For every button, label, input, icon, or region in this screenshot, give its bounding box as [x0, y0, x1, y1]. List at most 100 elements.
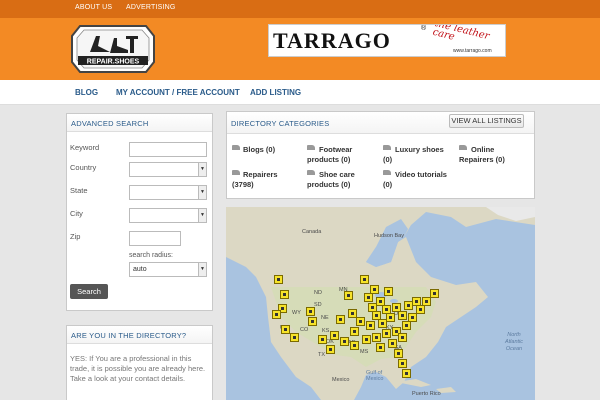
- map-pin[interactable]: [274, 275, 283, 284]
- search-radius-select[interactable]: auto ▼: [129, 262, 207, 277]
- map-pin[interactable]: [416, 305, 425, 314]
- map-pin[interactable]: [376, 343, 385, 352]
- category-label: Repairers: [243, 170, 278, 179]
- nav-add-listing[interactable]: ADD LISTING: [250, 88, 301, 97]
- chevron-down-icon: ▼: [198, 263, 206, 276]
- map-pin[interactable]: [366, 321, 375, 330]
- chevron-down-icon: ▼: [198, 186, 206, 199]
- city-select[interactable]: ▼: [129, 208, 207, 223]
- map-pin[interactable]: [398, 333, 407, 342]
- map-pin[interactable]: [388, 339, 397, 348]
- map-pin[interactable]: [384, 287, 393, 296]
- map-pin[interactable]: [340, 337, 349, 346]
- nav-blog[interactable]: BLOG: [75, 88, 98, 97]
- shoe-icon: [232, 170, 240, 175]
- category-label-count: (0): [383, 180, 393, 189]
- shoe-icon: [459, 145, 467, 150]
- map-pin[interactable]: [394, 349, 403, 358]
- chevron-down-icon: ▼: [198, 163, 206, 176]
- map-pin[interactable]: [306, 307, 315, 316]
- map-pin[interactable]: [330, 331, 339, 340]
- map-label-state: WY: [292, 310, 301, 316]
- zip-input[interactable]: [129, 231, 181, 246]
- directory-panel-title: ARE YOU IN THE DIRECTORY?: [67, 326, 212, 344]
- tarrago-ad-banner[interactable]: TARRAGO ® the leather care www.tarrago.c…: [268, 24, 506, 57]
- search-button[interactable]: Search: [70, 284, 108, 299]
- map-pin[interactable]: [402, 369, 411, 378]
- map-pin[interactable]: [348, 309, 357, 318]
- category-label-count: Repairers (0): [459, 155, 505, 164]
- city-label: City: [70, 209, 83, 218]
- state-label: State: [70, 186, 88, 195]
- state-select[interactable]: ▼: [129, 185, 207, 200]
- map-label-ocean: North Atlantic Ocean: [504, 332, 524, 352]
- map-pin[interactable]: [272, 310, 281, 319]
- map-label-gulf: Gulf of Mexico: [366, 370, 384, 382]
- map-pin[interactable]: [402, 321, 411, 330]
- advertising-link[interactable]: ADVERTISING: [126, 4, 176, 11]
- map-pin[interactable]: [370, 285, 379, 294]
- listings-map[interactable]: Canada Hudson Bay Mexico Gulf of Mexico …: [226, 207, 535, 400]
- map-pin[interactable]: [422, 297, 431, 306]
- map-pin[interactable]: [280, 290, 289, 299]
- chevron-down-icon: ▼: [198, 209, 206, 222]
- map-label-canada: Canada: [302, 229, 322, 235]
- ad-tagline: the leather care: [431, 24, 491, 43]
- country-select[interactable]: ▼: [129, 162, 207, 177]
- category-label: Online: [471, 145, 495, 154]
- country-label: Country: [70, 163, 97, 172]
- zip-label: Zip: [70, 232, 81, 241]
- nav-my-account[interactable]: MY ACCOUNT / FREE ACCOUNT: [116, 88, 240, 97]
- map-label-state: KS: [322, 328, 330, 334]
- directory-panel-text: YES: If You are a professional in this t…: [70, 354, 206, 383]
- map-pin[interactable]: [350, 341, 359, 350]
- keyword-input[interactable]: [129, 142, 207, 157]
- map-pin[interactable]: [398, 359, 407, 368]
- keyword-label: Keyword: [70, 143, 100, 152]
- map-label-mexico: Mexico: [332, 377, 350, 383]
- map-pin[interactable]: [372, 333, 381, 342]
- map-label-hudson-bay: Hudson Bay: [374, 233, 404, 239]
- map-pin[interactable]: [386, 313, 395, 322]
- map-label-puerto-rico: Puerto Rico: [412, 391, 441, 397]
- category-label-count: (0): [383, 155, 393, 164]
- map-label-state: TX: [318, 352, 326, 358]
- shoe-icon: [383, 145, 391, 150]
- map-pin[interactable]: [362, 335, 371, 344]
- map-pin[interactable]: [318, 335, 327, 344]
- category-label: Shoe care: [319, 170, 355, 179]
- map-pin[interactable]: [281, 325, 290, 334]
- map-label-state: NE: [321, 315, 329, 321]
- map-pin[interactable]: [430, 289, 439, 298]
- site-header: REPAIR.SHOES TARRAGO ® the leather care …: [0, 18, 600, 80]
- category-label-count: products (0): [307, 180, 351, 189]
- top-bar: ABOUT US ADVERTISING: [0, 0, 600, 18]
- map-pin[interactable]: [398, 311, 407, 320]
- about-us-link[interactable]: ABOUT US: [75, 4, 112, 11]
- map-pin[interactable]: [308, 317, 317, 326]
- map-pin[interactable]: [336, 315, 345, 324]
- map-label-state: CO: [300, 327, 309, 333]
- main-nav: BLOG MY ACCOUNT / FREE ACCOUNT ADD LISTI…: [0, 80, 600, 105]
- shoe-icon: [383, 170, 391, 175]
- map-pin[interactable]: [326, 345, 335, 354]
- map-label-state: SD: [314, 302, 322, 308]
- map-pin[interactable]: [364, 293, 373, 302]
- shoe-icon: [232, 145, 240, 150]
- map-pin[interactable]: [290, 333, 299, 342]
- map-pin[interactable]: [350, 327, 359, 336]
- category-label: Blogs (0): [243, 145, 276, 154]
- repair-shoes-logo[interactable]: REPAIR.SHOES: [70, 22, 156, 76]
- category-label: Luxury shoes: [395, 145, 444, 154]
- map-label-state: MS: [360, 349, 369, 355]
- category-label-count: (3798): [232, 180, 254, 189]
- map-pin[interactable]: [344, 291, 353, 300]
- search-radius-value: auto: [133, 266, 147, 273]
- map-pin[interactable]: [382, 329, 391, 338]
- advanced-search-title: ADVANCED SEARCH: [67, 114, 212, 132]
- map-pin[interactable]: [356, 317, 365, 326]
- logo-text: REPAIR.SHOES: [87, 59, 140, 66]
- search-radius-label: search radius:: [129, 252, 173, 259]
- map-pin[interactable]: [360, 275, 369, 284]
- view-all-listings-button[interactable]: VIEW ALL LISTINGS: [449, 114, 524, 128]
